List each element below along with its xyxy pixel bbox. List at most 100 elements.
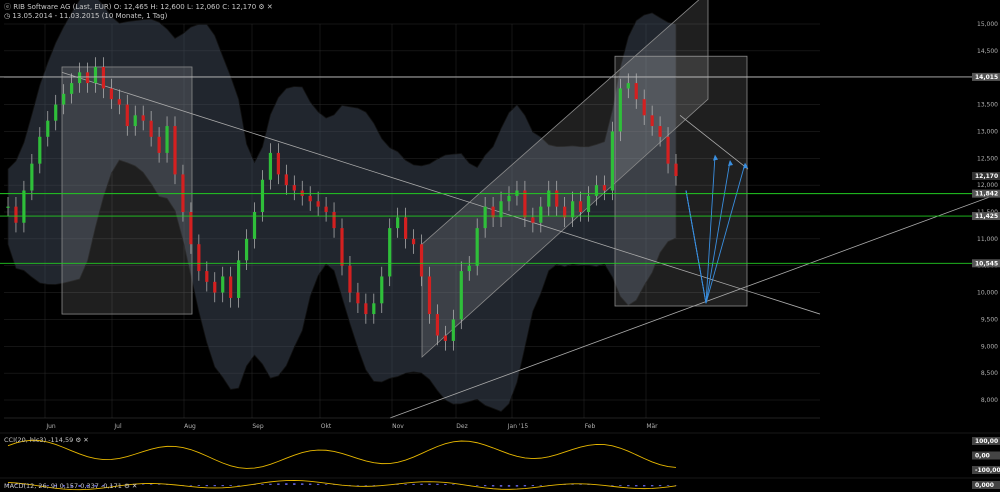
histogram-bar <box>420 483 423 485</box>
stock-chart: 15,00014,50014,00013,50013,00012,50012,0… <box>0 0 1000 492</box>
candle-body <box>364 303 368 315</box>
candle-body <box>459 271 463 320</box>
candle-body <box>507 195 511 202</box>
axis-label: 0,00 <box>975 453 990 460</box>
gear-icon[interactable]: ⚙ <box>258 3 264 11</box>
y-tick-label: 12,000 <box>977 182 998 189</box>
candle-body <box>451 319 455 341</box>
chart-period-row: ◷ 13.05.2014 - 11.03.2015 (10 Monate, 1 … <box>4 12 167 21</box>
level-label: 11,425 <box>975 213 998 220</box>
histogram-bar <box>523 485 527 487</box>
histogram-bar <box>627 485 630 487</box>
candle-body <box>308 195 312 202</box>
candle-body <box>571 201 575 218</box>
gear-icon[interactable]: ⚙ <box>124 482 130 490</box>
macd-label: MACD(12, 26, 9) <box>4 482 58 490</box>
candle-body <box>443 335 447 341</box>
cci-label: CCI(20, hlc3) <box>4 436 47 444</box>
candle-body <box>54 104 58 121</box>
candle-body <box>634 83 638 100</box>
histogram-bar <box>229 485 232 486</box>
histogram-bar <box>491 485 495 487</box>
histogram-bar <box>444 483 447 485</box>
candle-body <box>38 136 42 164</box>
axis-label: 0,000 <box>975 482 994 489</box>
close-icon[interactable]: ✕ <box>132 482 137 490</box>
x-tick-label: Dez <box>456 423 467 430</box>
gear-icon[interactable]: ⚙ <box>75 436 81 444</box>
histogram-bar <box>650 485 654 487</box>
histogram-bar <box>515 485 519 487</box>
clock-icon: ◷ <box>4 12 11 20</box>
candle-body <box>14 206 18 223</box>
candle-body <box>372 303 376 315</box>
close-icon[interactable]: ✕ <box>267 3 273 11</box>
y-tick-label: 10,000 <box>977 290 998 297</box>
candle-body <box>157 136 161 153</box>
candle-body <box>380 276 384 304</box>
cci-value: -114,59 <box>48 436 74 444</box>
candle-body <box>499 201 503 218</box>
histogram-bar <box>356 485 360 486</box>
histogram-bar <box>205 485 209 487</box>
histogram-bar <box>324 484 328 485</box>
histogram-bar <box>452 484 455 485</box>
candle-body <box>77 72 82 84</box>
candle-body <box>244 238 249 261</box>
histogram-bar <box>189 485 193 486</box>
histogram-bar <box>197 485 201 486</box>
candle-body <box>197 244 201 272</box>
axis-label: 100,00 <box>975 438 998 445</box>
candle-body <box>173 126 177 175</box>
candle-body <box>356 292 360 304</box>
histogram-bar <box>611 485 614 486</box>
candle-body <box>93 66 98 84</box>
x-tick-label: Mär <box>646 423 658 430</box>
histogram-bar <box>428 483 431 485</box>
x-tick-label: Jul <box>113 423 122 430</box>
candle-body <box>332 212 336 229</box>
candle-body <box>62 93 66 105</box>
level-label: 10,545 <box>975 260 998 267</box>
candle-body <box>523 190 527 218</box>
candle-body <box>547 190 551 207</box>
candle-body <box>85 72 90 84</box>
histogram-bar <box>666 485 670 486</box>
candle-body <box>483 206 487 229</box>
candle-body <box>340 228 344 266</box>
cci-header: CCI(20, hlc3) -114,59 ⚙ ✕ <box>4 436 89 444</box>
candle-body <box>427 276 432 315</box>
candle-body <box>141 115 145 121</box>
chart-title: RIB Software AG (Last, EUR) <box>13 3 112 11</box>
level-label: 11,842 <box>975 191 998 198</box>
y-tick-label: 9,000 <box>981 343 998 350</box>
axis-label: -100,00 <box>975 467 1000 474</box>
x-tick-label: Sep <box>252 423 264 430</box>
candle-body <box>165 126 169 153</box>
macd-values: 0,157 0,337 -0,171 <box>59 482 122 490</box>
candle-body <box>626 83 630 89</box>
candle-body <box>475 228 479 266</box>
y-tick-label: 8,500 <box>981 370 998 377</box>
candle-body <box>316 201 320 207</box>
close-icon[interactable]: ✕ <box>83 436 88 444</box>
candle-body <box>419 244 424 277</box>
histogram-bar <box>157 484 161 485</box>
histogram-bar <box>364 485 368 486</box>
candle-body <box>610 131 614 191</box>
histogram-bar <box>316 483 320 485</box>
candle-body <box>109 88 113 100</box>
x-tick-label: Jun <box>45 423 56 430</box>
candle-body <box>125 104 129 127</box>
y-tick-label: 15,000 <box>977 21 998 28</box>
histogram-bar <box>301 483 304 485</box>
candle-body <box>268 152 273 180</box>
level-label: 14,015 <box>975 74 998 81</box>
histogram-bar <box>277 483 280 485</box>
candle-body <box>229 276 233 298</box>
histogram-bar <box>213 485 216 487</box>
candle-body <box>348 265 352 293</box>
histogram-bar <box>483 485 487 487</box>
histogram-bar <box>285 483 288 485</box>
histogram-bar <box>141 484 145 485</box>
